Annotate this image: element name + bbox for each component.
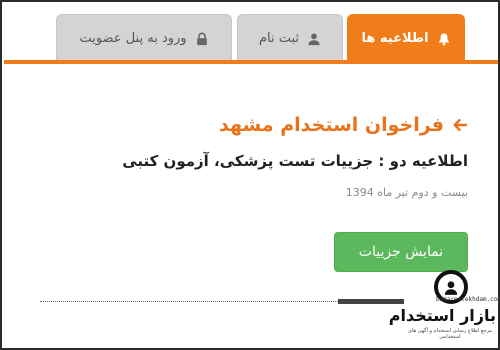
watermark-tagline: مرجع اطلاع رسانی استخدام و آگهی های استخ… — [408, 328, 492, 340]
dotted-divider — [40, 301, 340, 302]
announcement-date: بیست و دوم تیر ماه 1394 — [345, 186, 468, 199]
bell-icon — [437, 32, 451, 46]
announcement-title: فراخوان استخدام مشهد — [218, 114, 444, 136]
tab-bar: اطلاعیه ها ثبت نام ورود به پنل عضویت — [4, 4, 498, 62]
tab-register[interactable]: ثبت نام — [237, 14, 343, 62]
watermark-site: bazarestekhdam.com — [436, 296, 500, 303]
watermark-brand: بازار استخدام — [388, 306, 496, 325]
announcement-subtitle: اطلاعیه دو : جزییات تست پزشکی، آزمون کتب… — [122, 152, 468, 170]
tab-announcements-label: اطلاعیه ها — [361, 31, 429, 46]
user-icon — [307, 32, 321, 46]
watermark-logo: bazarestekhdam.com بازار استخدام مرجع اط… — [388, 270, 500, 348]
show-details-button[interactable]: نمایش جزییات — [334, 232, 468, 272]
lock-icon — [195, 32, 209, 46]
tab-member-login-label: ورود به پنل عضویت — [79, 31, 187, 46]
tab-register-label: ثبت نام — [258, 31, 300, 46]
announcement-title-row[interactable]: فراخوان استخدام مشهد — [219, 114, 468, 136]
arrow-left-icon — [452, 117, 468, 133]
divider-bar — [338, 299, 404, 304]
tab-member-login[interactable]: ورود به پنل عضویت — [56, 14, 232, 62]
tab-announcements[interactable]: اطلاعیه ها — [347, 14, 465, 62]
app-frame: اطلاعیه ها ثبت نام ورود به پنل عضویت فرا… — [0, 0, 500, 350]
